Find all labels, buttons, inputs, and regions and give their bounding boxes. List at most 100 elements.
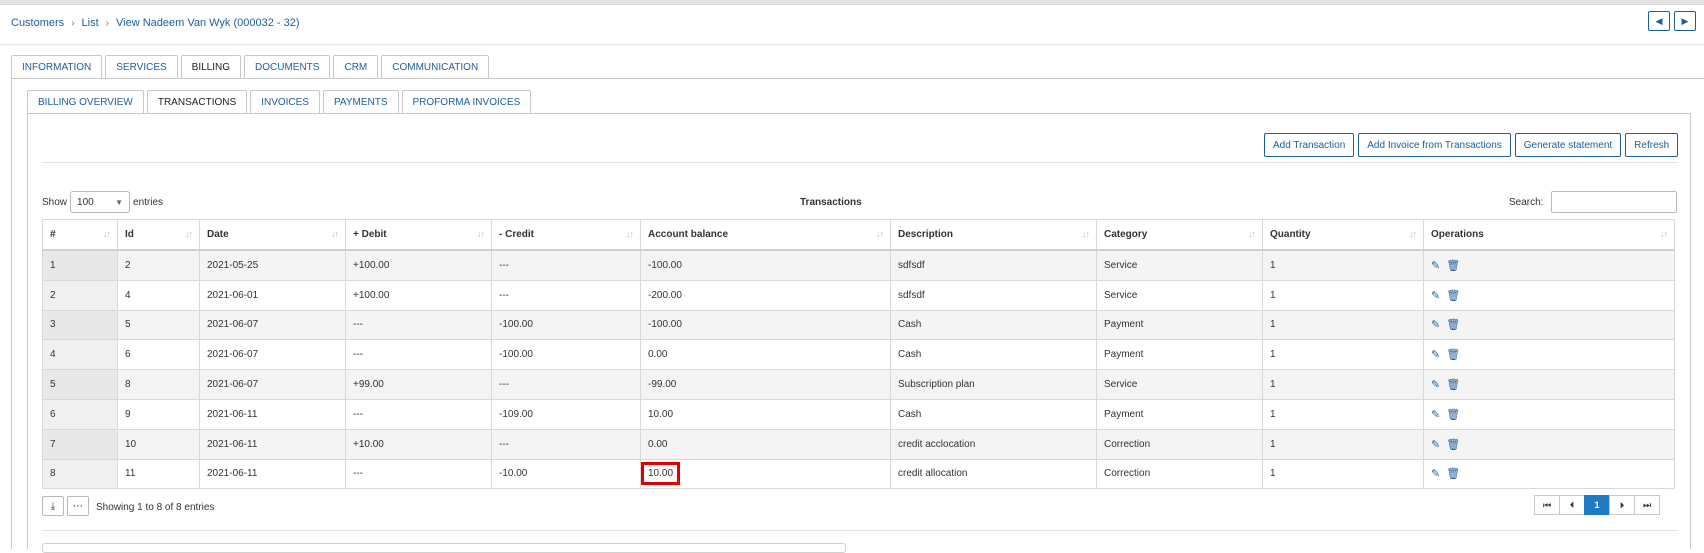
cell-date: 2021-06-11 bbox=[199, 398, 346, 430]
trash-icon[interactable]: 🗑 bbox=[1446, 467, 1460, 480]
edit-icon[interactable]: ✎ bbox=[1431, 348, 1440, 361]
search-input[interactable] bbox=[1551, 191, 1678, 213]
column-header-credit[interactable]: - Credit ↓↑ bbox=[491, 219, 641, 251]
cell-id: 11 bbox=[117, 458, 200, 490]
show-label: Show bbox=[42, 196, 68, 208]
cell-operations: ✎ 🗑 bbox=[1423, 398, 1675, 430]
sort-icon: ↓↑ bbox=[1248, 229, 1256, 239]
tab-information[interactable]: INFORMATION bbox=[11, 55, 103, 78]
generate-statement-button[interactable]: Generate statement bbox=[1514, 133, 1622, 157]
tab-services[interactable]: SERVICES bbox=[105, 55, 178, 78]
tab-billing-overview[interactable]: BILLING OVERVIEW bbox=[27, 90, 144, 113]
breadcrumb-current[interactable]: View Nadeem Van Wyk (000032 - 32) bbox=[116, 17, 300, 29]
chevron-down-icon: ▼ bbox=[115, 197, 124, 207]
column-header-id[interactable]: Id ↓↑ bbox=[117, 219, 200, 251]
sort-icon: ↓↑ bbox=[331, 229, 339, 239]
edit-icon[interactable]: ✎ bbox=[1431, 289, 1440, 302]
edit-icon[interactable]: ✎ bbox=[1431, 467, 1440, 480]
footer-divider bbox=[42, 530, 1678, 531]
tab-communication[interactable]: COMMUNICATION bbox=[381, 55, 490, 78]
trash-icon[interactable]: 🗑 bbox=[1446, 318, 1460, 331]
column-header-account-balance[interactable]: Account balance ↓↑ bbox=[640, 219, 891, 251]
tab-crm[interactable]: CRM bbox=[333, 55, 379, 78]
tab-proforma-invoices[interactable]: PROFORMA INVOICES bbox=[401, 90, 532, 113]
trash-icon[interactable]: 🗑 bbox=[1446, 378, 1460, 391]
table-row: 7 10 2021-06-11 +10.00 --- 0.00 credit a… bbox=[42, 428, 1675, 460]
cell-index: 2 bbox=[42, 279, 118, 311]
tab-documents[interactable]: DOCUMENTS bbox=[244, 55, 331, 78]
sort-icon: ↓↑ bbox=[1660, 229, 1668, 239]
column-header-description[interactable]: Description ↓↑ bbox=[890, 219, 1097, 251]
cell-account-balance: -99.00 bbox=[640, 369, 891, 400]
tab-payments[interactable]: PAYMENTS bbox=[322, 90, 399, 113]
cell-category: Payment bbox=[1096, 309, 1263, 341]
triangle-right-icon: ▶ bbox=[1681, 15, 1689, 26]
column-header-index[interactable]: # ↓↑ bbox=[42, 219, 118, 251]
add-invoice-from-transactions-button[interactable]: Add Invoice from Transactions bbox=[1358, 133, 1511, 157]
breadcrumb-customers[interactable]: Customers bbox=[11, 17, 64, 29]
cell-account-balance: 0.00 bbox=[640, 428, 891, 460]
cell-id: 10 bbox=[117, 428, 200, 460]
cell-credit: -100.00 bbox=[491, 309, 641, 341]
sort-icon: ↓↑ bbox=[185, 229, 193, 239]
cell-category: Service bbox=[1096, 249, 1263, 281]
cell-date: 2021-06-11 bbox=[199, 458, 346, 490]
more-options-button[interactable]: ⋯ bbox=[67, 496, 89, 516]
cell-description: credit allocation bbox=[890, 458, 1097, 490]
export-button[interactable]: ⤓ bbox=[42, 496, 64, 516]
table-row: 4 6 2021-06-07 --- -100.00 0.00 Cash Pay… bbox=[42, 339, 1675, 371]
column-header-operations: Operations ↓↑ bbox=[1423, 219, 1675, 251]
tab-invoices[interactable]: INVOICES bbox=[250, 90, 320, 113]
sort-icon: ↓↑ bbox=[626, 229, 634, 239]
tab-billing[interactable]: BILLING bbox=[180, 55, 242, 79]
cell-description: Cash bbox=[890, 398, 1097, 430]
column-header-quantity[interactable]: Quantity ↓↑ bbox=[1262, 219, 1424, 251]
cell-quantity: 1 bbox=[1262, 458, 1424, 490]
breadcrumb-list[interactable]: List bbox=[82, 17, 99, 29]
cell-id: 5 bbox=[117, 309, 200, 341]
edit-icon[interactable]: ✎ bbox=[1431, 378, 1440, 391]
breadcrumb: Customers › List › View Nadeem Van Wyk (… bbox=[11, 17, 300, 29]
table-search: Search: bbox=[1509, 191, 1678, 213]
trash-icon[interactable]: 🗑 bbox=[1446, 408, 1460, 421]
trash-icon[interactable]: 🗑 bbox=[1446, 348, 1460, 361]
edit-icon[interactable]: ✎ bbox=[1431, 318, 1440, 331]
lower-section-box bbox=[42, 543, 846, 553]
edit-icon[interactable]: ✎ bbox=[1431, 259, 1440, 272]
tab-transactions[interactable]: TRANSACTIONS bbox=[146, 90, 248, 114]
cell-account-balance: -200.00 bbox=[640, 279, 891, 311]
cell-index: 3 bbox=[42, 309, 118, 341]
trash-icon[interactable]: 🗑 bbox=[1446, 259, 1460, 272]
edit-icon[interactable]: ✎ bbox=[1431, 408, 1440, 421]
header-divider bbox=[0, 44, 1704, 45]
first-page-button[interactable]: ⏮ bbox=[1534, 495, 1560, 515]
add-transaction-button[interactable]: Add Transaction bbox=[1264, 133, 1355, 157]
table-row: 5 8 2021-06-07 +99.00 --- -99.00 Subscri… bbox=[42, 369, 1675, 400]
table-info: Showing 1 to 8 of 8 entries bbox=[96, 502, 215, 513]
page-button-1[interactable]: 1 bbox=[1584, 495, 1610, 515]
trash-icon[interactable]: 🗑 bbox=[1446, 289, 1460, 302]
cell-debit: --- bbox=[345, 339, 492, 371]
first-page-icon: ⏮ bbox=[1542, 499, 1552, 510]
entries-label: entries bbox=[133, 196, 164, 208]
next-record-button[interactable]: ▶ bbox=[1674, 11, 1696, 31]
trash-icon[interactable]: 🗑 bbox=[1446, 438, 1460, 451]
previous-record-button[interactable]: ◀ bbox=[1648, 11, 1670, 31]
last-page-button[interactable]: ⏭ bbox=[1634, 495, 1660, 515]
cell-id: 4 bbox=[117, 279, 200, 311]
sort-icon: ↓↑ bbox=[1409, 229, 1417, 239]
entries-select[interactable]: 100 ▼ bbox=[70, 191, 131, 213]
edit-icon[interactable]: ✎ bbox=[1431, 438, 1440, 451]
table-row: 8 11 2021-06-11 --- -10.00 10.00 credit … bbox=[42, 458, 1675, 490]
cell-category: Service bbox=[1096, 279, 1263, 311]
column-header-category[interactable]: Category ↓↑ bbox=[1096, 219, 1263, 251]
next-page-button[interactable]: ⏵ bbox=[1609, 495, 1635, 515]
previous-page-button[interactable]: ⏴ bbox=[1559, 495, 1585, 515]
table-row: 3 5 2021-06-07 --- -100.00 -100.00 Cash … bbox=[42, 309, 1675, 341]
transactions-table: # ↓↑ Id ↓↑ Date ↓↑ + Debit ↓↑ - Credit ↓↑ Acc… bbox=[42, 219, 1675, 490]
cell-quantity: 1 bbox=[1262, 369, 1424, 400]
column-header-date[interactable]: Date ↓↑ bbox=[199, 219, 346, 251]
refresh-button[interactable]: Refresh bbox=[1625, 133, 1679, 157]
column-header-debit[interactable]: + Debit ↓↑ bbox=[345, 219, 492, 251]
length-menu: Show 100 ▼ entries bbox=[42, 191, 163, 213]
